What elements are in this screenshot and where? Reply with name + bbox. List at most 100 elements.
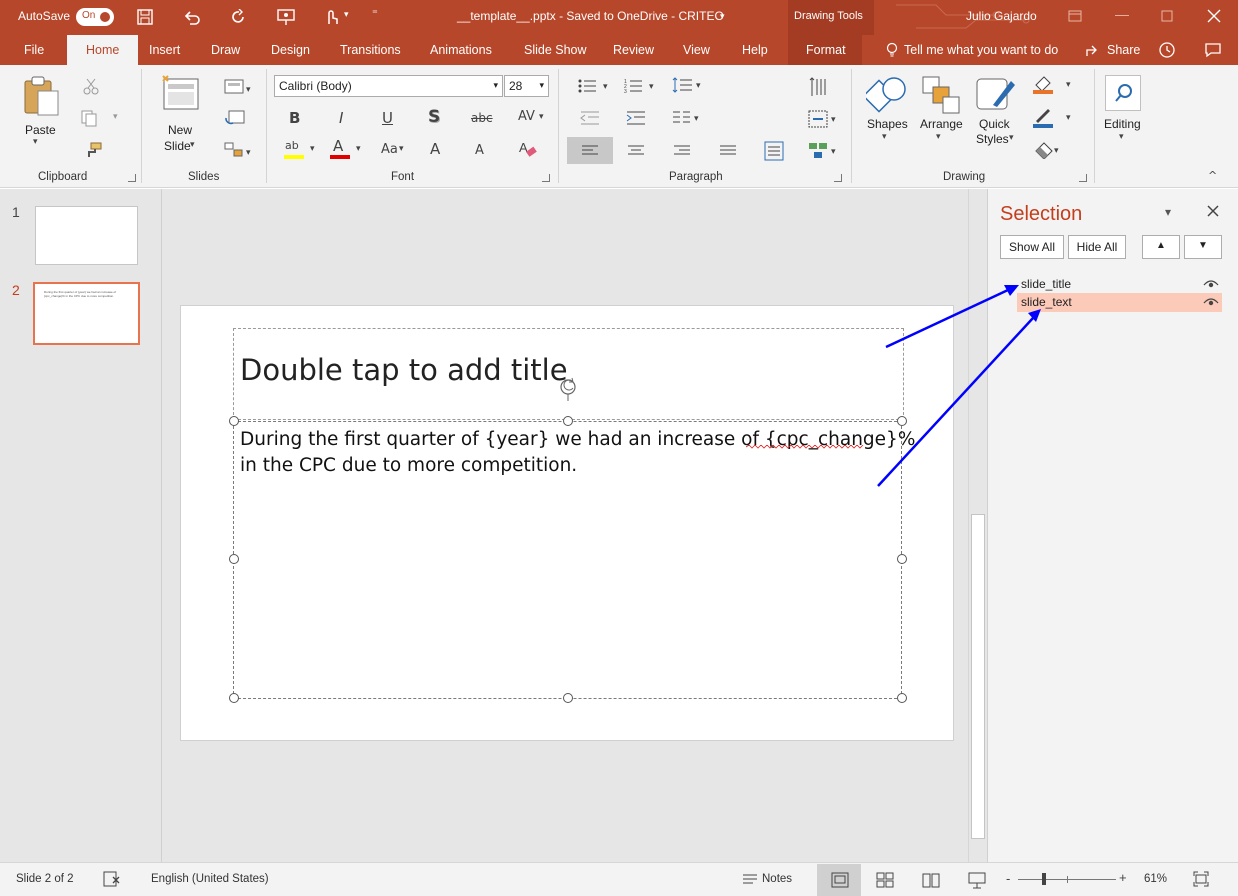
arrange-dropdown-icon[interactable]: ▾	[936, 132, 941, 142]
layout-icon[interactable]: ▾	[224, 78, 252, 96]
editing-button[interactable]	[1105, 75, 1141, 111]
tab-format[interactable]: Format	[788, 35, 862, 65]
spelling-icon[interactable]	[102, 871, 122, 887]
new-slide-dropdown-icon[interactable]: ▾	[190, 140, 195, 150]
columns-icon[interactable]: ▾	[672, 110, 702, 126]
resize-handle[interactable]	[563, 416, 573, 426]
new-slide-icon[interactable]	[162, 75, 200, 115]
user-name[interactable]: Julio Gajardo	[966, 9, 1037, 23]
resize-handle[interactable]	[897, 416, 907, 426]
shape-outline-icon[interactable]: ▾	[1032, 107, 1078, 129]
pane-close-icon[interactable]	[1207, 205, 1219, 217]
slideshow-view-icon[interactable]	[968, 871, 986, 889]
visibility-eye-icon[interactable]	[1203, 297, 1219, 307]
slide-body-text[interactable]: During the first quarter of {year} we ha…	[240, 427, 915, 479]
tab-draw[interactable]: Draw	[211, 43, 240, 57]
bullets-icon[interactable]: ▾	[578, 78, 610, 94]
format-painter-icon[interactable]	[84, 141, 102, 159]
tell-me-input[interactable]: Tell me what you want to do	[904, 43, 1058, 57]
line-spacing-icon[interactable]: ▾	[672, 76, 704, 96]
minimize-icon[interactable]: —	[1115, 6, 1129, 22]
paste-dropdown-icon[interactable]: ▾	[33, 137, 38, 147]
vertical-scrollbar[interactable]	[968, 189, 987, 862]
tab-home[interactable]: Home	[67, 35, 139, 66]
editing-label[interactable]: Editing	[1104, 117, 1141, 131]
visibility-eye-icon[interactable]	[1203, 279, 1219, 289]
justify-icon[interactable]	[719, 144, 737, 158]
numbering-icon[interactable]: 123▾	[624, 78, 656, 94]
touch-mode-dropdown-icon[interactable]: ▾	[344, 9, 349, 20]
resize-handle[interactable]	[229, 416, 239, 426]
font-launcher-icon[interactable]	[542, 174, 550, 182]
font-name-input[interactable]: Calibri (Body) ▾	[274, 75, 503, 97]
tab-animations[interactable]: Animations	[430, 43, 492, 57]
tab-insert[interactable]: Insert	[149, 43, 180, 57]
title-dropdown-icon[interactable]: ▾	[720, 11, 725, 22]
arrange-icon[interactable]	[921, 75, 961, 117]
clipboard-launcher-icon[interactable]	[128, 174, 136, 182]
cut-icon[interactable]	[82, 77, 100, 95]
smartart-icon[interactable]: ▾	[808, 141, 840, 161]
zoom-slider-thumb[interactable]	[1042, 873, 1046, 885]
slide-thumbnail-1[interactable]	[35, 206, 138, 265]
italic-button[interactable]: I	[339, 109, 343, 127]
ribbon-display-icon[interactable]	[1068, 10, 1082, 22]
drawing-launcher-icon[interactable]	[1079, 174, 1087, 182]
align-text-icon[interactable]: ▾	[808, 109, 840, 129]
align-right-icon[interactable]	[673, 144, 691, 158]
new-slide-label-1[interactable]: New	[168, 123, 192, 137]
font-name-dropdown-icon[interactable]: ▾	[493, 80, 498, 91]
bring-forward-icon[interactable]: ▲	[1142, 235, 1180, 259]
undo-icon[interactable]	[184, 9, 200, 25]
autosave-toggle[interactable]: On	[76, 8, 114, 26]
resize-handle[interactable]	[229, 693, 239, 703]
show-all-button[interactable]: Show All	[1000, 235, 1064, 259]
copy-dropdown-icon[interactable]: ▾	[113, 112, 118, 122]
maximize-icon[interactable]	[1161, 10, 1173, 22]
char-spacing-dropdown-icon[interactable]: ▾	[539, 112, 544, 122]
customize-qat-icon[interactable]: ⁼	[372, 7, 378, 20]
notes-icon[interactable]	[742, 873, 758, 887]
normal-view-button[interactable]	[817, 864, 861, 896]
comments-icon[interactable]	[1204, 41, 1222, 59]
decrease-indent-icon[interactable]	[580, 110, 600, 126]
selection-item[interactable]: slide_title	[1017, 275, 1222, 294]
section-icon[interactable]: ▾	[224, 141, 252, 159]
touch-mode-icon[interactable]	[323, 8, 339, 26]
highlight-dropdown-icon[interactable]: ▾	[310, 144, 315, 154]
redo-icon[interactable]	[230, 9, 246, 25]
hide-all-button[interactable]: Hide All	[1068, 235, 1126, 259]
copy-icon[interactable]	[80, 109, 98, 127]
shapes-icon[interactable]	[866, 73, 908, 119]
tab-help[interactable]: Help	[742, 43, 768, 57]
new-slide-label-2[interactable]: Slide	[164, 139, 191, 153]
tab-view[interactable]: View	[683, 43, 710, 57]
language-indicator[interactable]: English (United States)	[151, 873, 269, 885]
grow-font-button[interactable]: A	[430, 140, 440, 158]
bold-button[interactable]: B	[289, 109, 300, 127]
strikethrough-button[interactable]: abc	[471, 111, 493, 125]
char-spacing-button[interactable]: AV	[518, 109, 535, 124]
distributed-icon[interactable]	[764, 141, 784, 161]
increase-indent-icon[interactable]	[626, 110, 646, 126]
shadow-button[interactable]: S	[428, 107, 440, 127]
editing-dropdown-icon[interactable]: ▾	[1119, 132, 1124, 142]
tab-design[interactable]: Design	[271, 43, 310, 57]
clear-formatting-icon[interactable]: A	[518, 139, 538, 159]
history-icon[interactable]	[1158, 41, 1176, 59]
shapes-dropdown-icon[interactable]: ▾	[882, 132, 887, 142]
present-icon[interactable]	[277, 8, 295, 26]
font-size-input[interactable]: 28 ▾	[504, 75, 549, 97]
underline-button[interactable]: U	[382, 109, 393, 127]
collapse-ribbon-icon[interactable]: ^	[1208, 169, 1217, 182]
quick-styles-label-1[interactable]: Quick	[979, 117, 1010, 131]
resize-handle[interactable]	[897, 554, 907, 564]
slide-sorter-icon[interactable]	[876, 872, 894, 888]
tab-slide-show[interactable]: Slide Show	[524, 43, 587, 57]
font-size-dropdown-icon[interactable]: ▾	[539, 80, 544, 91]
shrink-font-button[interactable]: A	[475, 143, 484, 158]
change-case-button[interactable]: Aa	[381, 142, 398, 157]
share-icon[interactable]	[1085, 43, 1101, 57]
reading-view-icon[interactable]	[922, 872, 940, 888]
highlight-button[interactable]: ab	[284, 139, 306, 161]
